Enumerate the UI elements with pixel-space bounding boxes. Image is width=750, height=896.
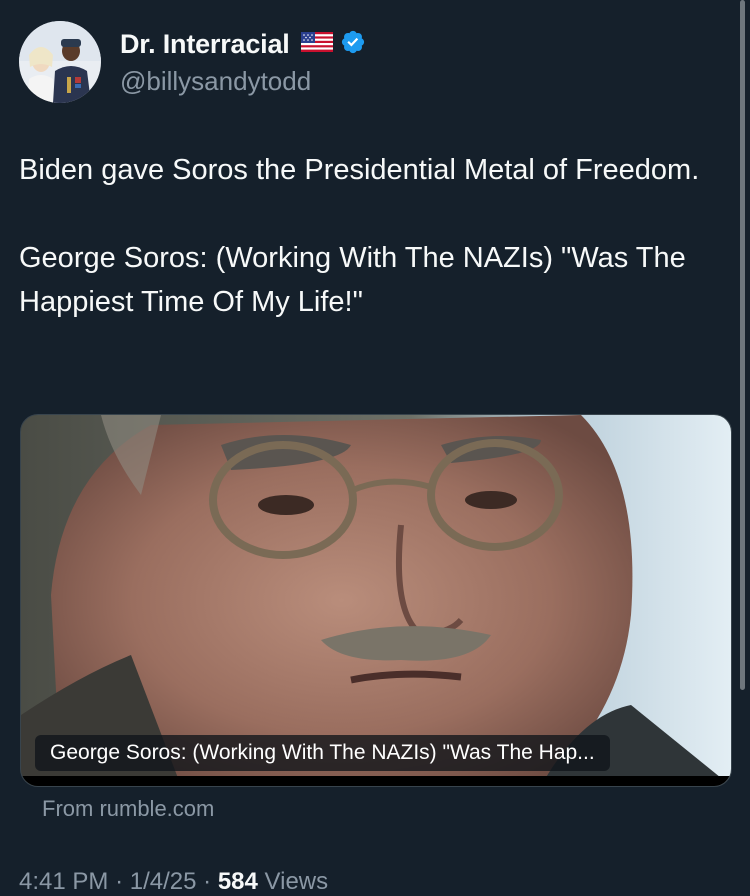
meta-separator: · [115,868,124,895]
us-flag-icon [300,32,333,57]
tweet-time[interactable]: 4:41 PM [19,868,108,895]
meta-separator: · [203,868,212,895]
tweet-header: Dr. Interracial @billysandytodd [19,20,366,104]
views-label: Views [264,868,329,895]
tweet-paragraph: Biden gave Soros the Presidential Metal … [19,154,700,186]
tweet-paragraph: George Soros: (Working With The NAZIs) "… [19,242,686,318]
media-source-link[interactable]: From rumble.com [42,796,214,822]
display-name-line: Dr. Interracial [120,28,366,62]
display-name[interactable]: Dr. Interracial [120,29,290,60]
author-handle[interactable]: @billysandytodd [120,66,366,97]
views-count: 584 [217,868,258,895]
author-names: Dr. Interracial @billysandytodd [120,28,366,97]
avatar[interactable] [19,21,101,103]
scrollbar[interactable] [740,0,745,690]
tweet-text: Biden gave Soros the Presidential Metal … [19,148,719,324]
video-card[interactable]: George Soros: (Working With The NAZIs) "… [20,414,732,787]
video-thumbnail [21,415,731,786]
video-caption: George Soros: (Working With The NAZIs) "… [35,735,610,771]
tweet-date[interactable]: 1/4/25 [130,868,197,895]
avatar-photo [19,21,101,103]
video-progress-track [21,776,731,786]
tweet-meta: 4:41 PM · 1/4/25 · 584 Views [19,868,328,896]
verified-icon[interactable] [340,29,366,60]
